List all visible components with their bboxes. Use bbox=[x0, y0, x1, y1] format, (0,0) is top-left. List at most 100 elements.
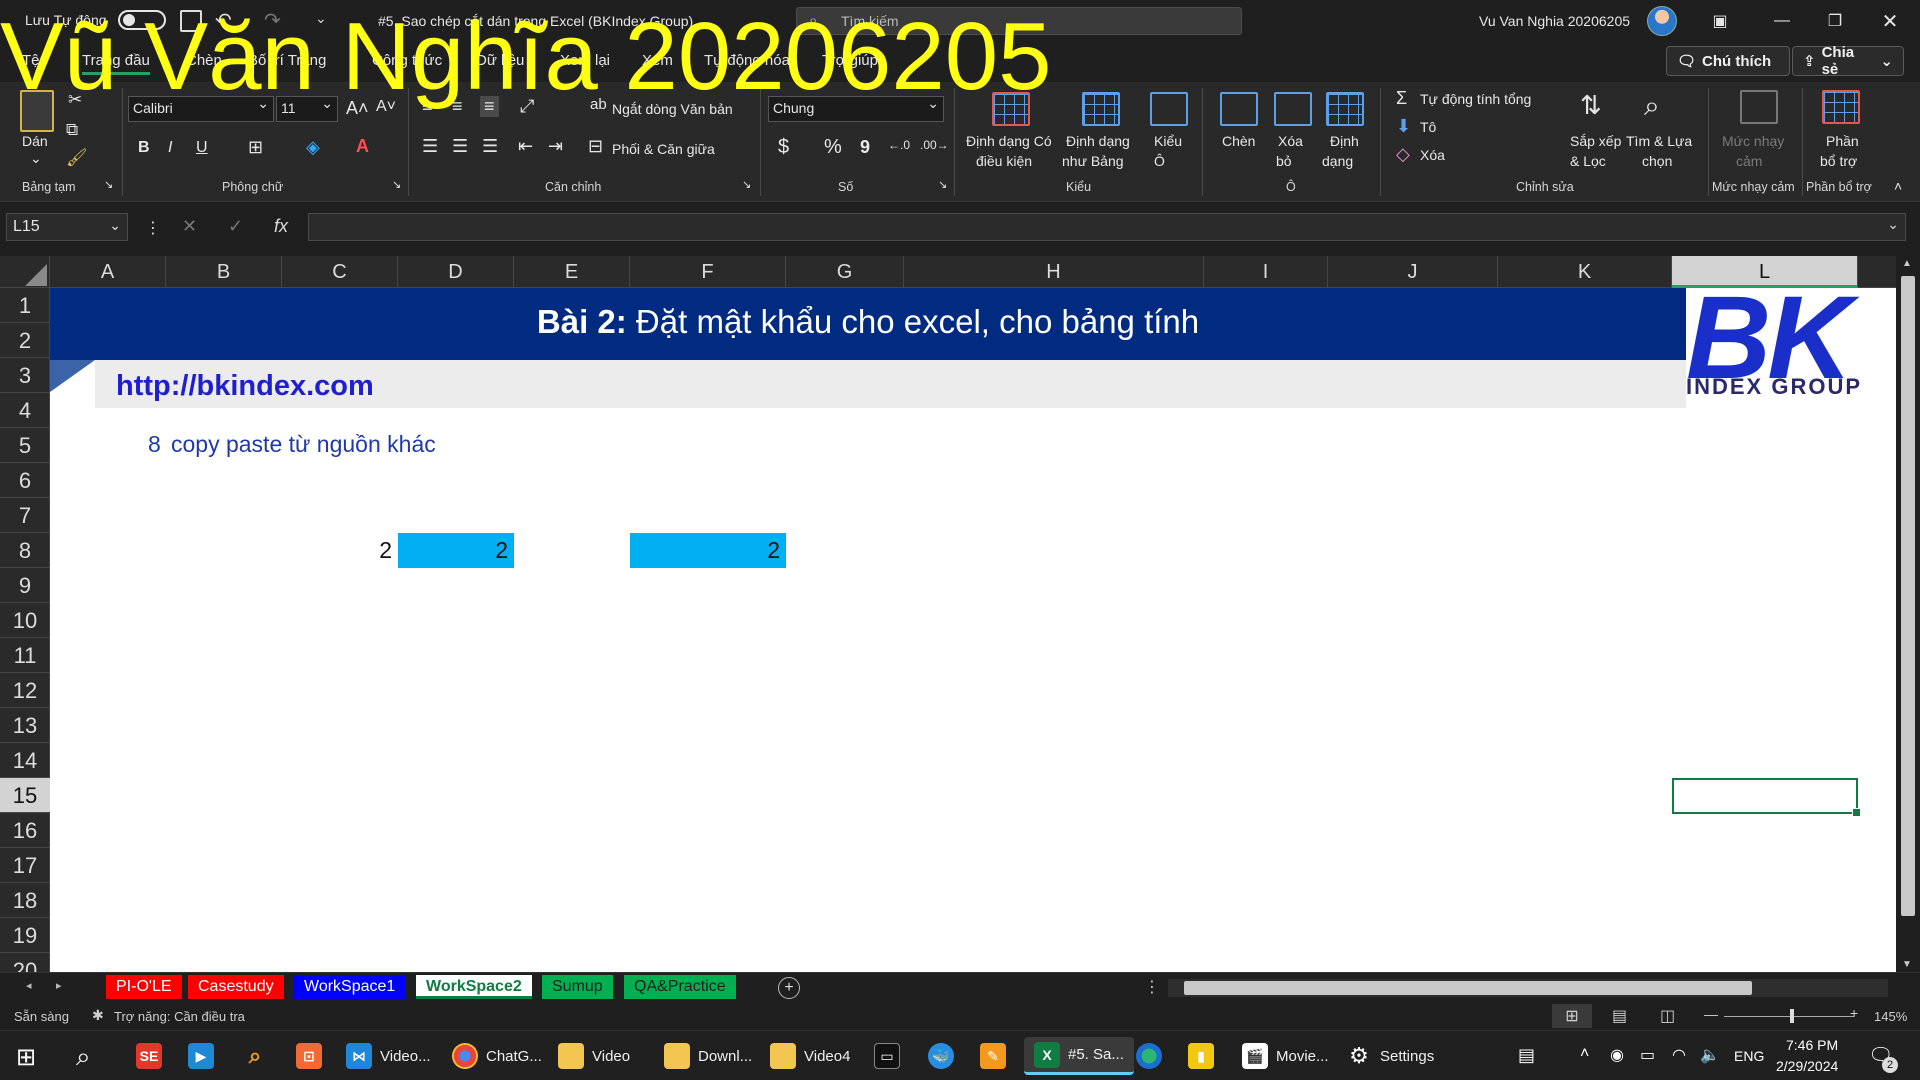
sheet-tab-pi-ole[interactable]: PI-O'LE bbox=[106, 975, 182, 999]
insert-function-button[interactable]: fx bbox=[274, 216, 288, 237]
column-header-f[interactable]: F bbox=[630, 256, 786, 288]
camera-icon[interactable]: ◉ bbox=[1610, 1045, 1624, 1065]
row-header[interactable]: 17 bbox=[0, 848, 50, 883]
ribbon-display-icon[interactable]: ▣ bbox=[1700, 6, 1740, 36]
column-header-h[interactable]: H bbox=[904, 256, 1204, 288]
cell-styles-label-2[interactable]: Ô bbox=[1154, 152, 1165, 171]
decrease-indent-icon[interactable]: ⇤ bbox=[518, 136, 533, 157]
share-button[interactable]: ⇪ Chia sẻ ⌄ bbox=[1792, 44, 1904, 78]
add-sheet-icon[interactable]: + bbox=[778, 977, 800, 999]
edge-icon[interactable] bbox=[1136, 1043, 1162, 1069]
accessibility-status[interactable]: Trợ năng: Cần điều tra bbox=[114, 1009, 245, 1024]
sort-filter-label-2[interactable]: & Lọc bbox=[1570, 152, 1606, 171]
fill-button[interactable]: Tô bbox=[1420, 118, 1436, 137]
row-header[interactable]: 11 bbox=[0, 638, 50, 673]
widgets-icon[interactable]: ▤ bbox=[1518, 1045, 1535, 1066]
avatar[interactable] bbox=[1647, 6, 1677, 36]
app-icon[interactable]: ▶ bbox=[188, 1043, 214, 1069]
comments-button[interactable]: 🗨 Chú thích bbox=[1666, 46, 1790, 76]
merge-center-icon[interactable]: ⊟ bbox=[588, 136, 603, 157]
fill-icon[interactable]: ⬇ bbox=[1396, 116, 1411, 137]
wifi-icon[interactable]: ◠ bbox=[1672, 1045, 1686, 1065]
app-icon[interactable]: SE bbox=[136, 1043, 162, 1069]
merge-center-button[interactable]: Phối & Căn giữa bbox=[612, 140, 715, 159]
next-sheet-icon[interactable]: ▸ bbox=[56, 979, 62, 992]
more-icon[interactable]: ⋮ bbox=[145, 218, 161, 238]
taskbar-item-vscode[interactable]: ⋈ Video... bbox=[340, 1037, 437, 1075]
dialog-launcher-icon[interactable]: ↘ bbox=[392, 178, 401, 191]
increase-indent-icon[interactable]: ⇥ bbox=[548, 136, 563, 157]
row-header[interactable]: 10 bbox=[0, 603, 50, 638]
format-cells-label-2[interactable]: dạng bbox=[1322, 152, 1353, 171]
taskbar-item-folder-video[interactable]: Video bbox=[552, 1037, 636, 1075]
website-link[interactable]: http://bkindex.com bbox=[116, 370, 374, 403]
item-number[interactable]: 8 bbox=[148, 431, 161, 458]
sheet-tab-workspace2[interactable]: WorkSpace2 bbox=[416, 975, 532, 999]
column-header-l[interactable]: L bbox=[1672, 256, 1858, 288]
format-cells-icon[interactable] bbox=[1326, 92, 1364, 126]
font-color-icon[interactable]: A bbox=[356, 136, 369, 157]
align-left-icon[interactable]: ☰ bbox=[422, 136, 438, 157]
sheet-tab-casestudy[interactable]: Casestudy bbox=[188, 975, 284, 999]
format-as-table-label-1[interactable]: Định dạng bbox=[1066, 132, 1130, 151]
zoom-out-icon[interactable]: — bbox=[1704, 1006, 1718, 1022]
delete-cells-label-1[interactable]: Xóa bbox=[1278, 132, 1303, 151]
language-indicator[interactable]: ENG bbox=[1734, 1048, 1764, 1064]
scroll-thumb[interactable] bbox=[1901, 276, 1915, 916]
worksheet-grid[interactable]: Bài 2: Đặt mật khẩu cho excel, cho bảng … bbox=[50, 288, 1896, 972]
addins-label-1[interactable]: Phần bbox=[1826, 132, 1859, 151]
sensitivity-icon[interactable] bbox=[1740, 90, 1778, 124]
taskbar-item-movie[interactable]: 🎬 Movie... bbox=[1236, 1037, 1335, 1075]
cancel-icon[interactable]: ✕ bbox=[182, 216, 197, 237]
tab-splitter-icon[interactable]: ⋮ bbox=[1144, 977, 1160, 997]
row-header[interactable]: 4 bbox=[0, 393, 50, 428]
clear-icon[interactable]: ◇ bbox=[1396, 144, 1410, 165]
chevron-up-icon[interactable]: ˄ bbox=[1580, 1045, 1589, 1063]
percent-button[interactable]: % bbox=[824, 137, 842, 157]
format-cells-label-1[interactable]: Định bbox=[1330, 132, 1359, 151]
insert-cells-label[interactable]: Chèn bbox=[1222, 132, 1255, 151]
zoom-slider[interactable] bbox=[1724, 1016, 1854, 1017]
cell-c8[interactable]: 2 bbox=[282, 533, 398, 568]
windows-start-icon[interactable]: ⊞ bbox=[16, 1043, 36, 1072]
insert-cells-icon[interactable] bbox=[1220, 92, 1258, 126]
dialog-launcher-icon[interactable]: ↘ bbox=[742, 178, 751, 191]
clock-date[interactable]: 2/29/2024 bbox=[1776, 1058, 1838, 1074]
increase-decimal-icon[interactable]: ←.0 bbox=[888, 138, 910, 152]
name-box[interactable]: L15 ⌄ bbox=[6, 213, 128, 241]
column-header-d[interactable]: D bbox=[398, 256, 514, 288]
sort-filter-label-1[interactable]: Sắp xếp bbox=[1570, 132, 1621, 151]
row-header[interactable]: 2 bbox=[0, 323, 50, 358]
column-header-a[interactable]: A bbox=[50, 256, 166, 288]
docker-icon[interactable]: 🐳 bbox=[928, 1043, 954, 1069]
user-name[interactable]: Vu Van Nghia 20206205 bbox=[1479, 13, 1630, 29]
scroll-up-icon[interactable]: ▲ bbox=[1902, 258, 1912, 269]
column-header-b[interactable]: B bbox=[166, 256, 282, 288]
row-header[interactable]: 15 bbox=[0, 778, 50, 813]
find-select-label-1[interactable]: Tìm & Lựa bbox=[1626, 132, 1692, 151]
row-header[interactable]: 18 bbox=[0, 883, 50, 918]
format-as-table-label-2[interactable]: như Bảng bbox=[1062, 152, 1124, 171]
cell-styles-icon[interactable] bbox=[1150, 92, 1188, 126]
zoom-in-icon[interactable]: + bbox=[1850, 1005, 1858, 1021]
search-icon[interactable]: ⌕ bbox=[76, 1041, 91, 1073]
delete-cells-icon[interactable] bbox=[1274, 92, 1312, 126]
find-select-label-2[interactable]: chọn bbox=[1642, 152, 1672, 171]
taskbar-item-video4[interactable]: Video4 bbox=[764, 1037, 856, 1075]
column-header-g[interactable]: G bbox=[786, 256, 904, 288]
item-text[interactable]: copy paste từ nguồn khác bbox=[171, 431, 436, 458]
volume-icon[interactable]: 🔈 bbox=[1700, 1045, 1720, 1065]
currency-button[interactable]: $ bbox=[778, 137, 789, 157]
row-header[interactable]: 13 bbox=[0, 708, 50, 743]
column-header-j[interactable]: J bbox=[1328, 256, 1498, 288]
align-center-icon[interactable]: ☰ bbox=[452, 136, 468, 157]
scroll-down-icon[interactable]: ▼ bbox=[1902, 959, 1912, 970]
italic-button[interactable]: I bbox=[168, 138, 172, 157]
sheet-tab-qa-practice[interactable]: QA&Practice bbox=[624, 975, 736, 999]
sensitivity-label-1[interactable]: Mức nhạy bbox=[1722, 132, 1784, 151]
page-break-view-icon[interactable]: ◫ bbox=[1660, 1006, 1675, 1026]
find-select-icon[interactable]: ⌕ bbox=[1644, 90, 1660, 123]
selected-cell-l15[interactable] bbox=[1672, 778, 1861, 817]
sheet-tab-workspace1[interactable]: WorkSpace1 bbox=[294, 975, 406, 999]
select-all-button[interactable] bbox=[0, 256, 50, 288]
